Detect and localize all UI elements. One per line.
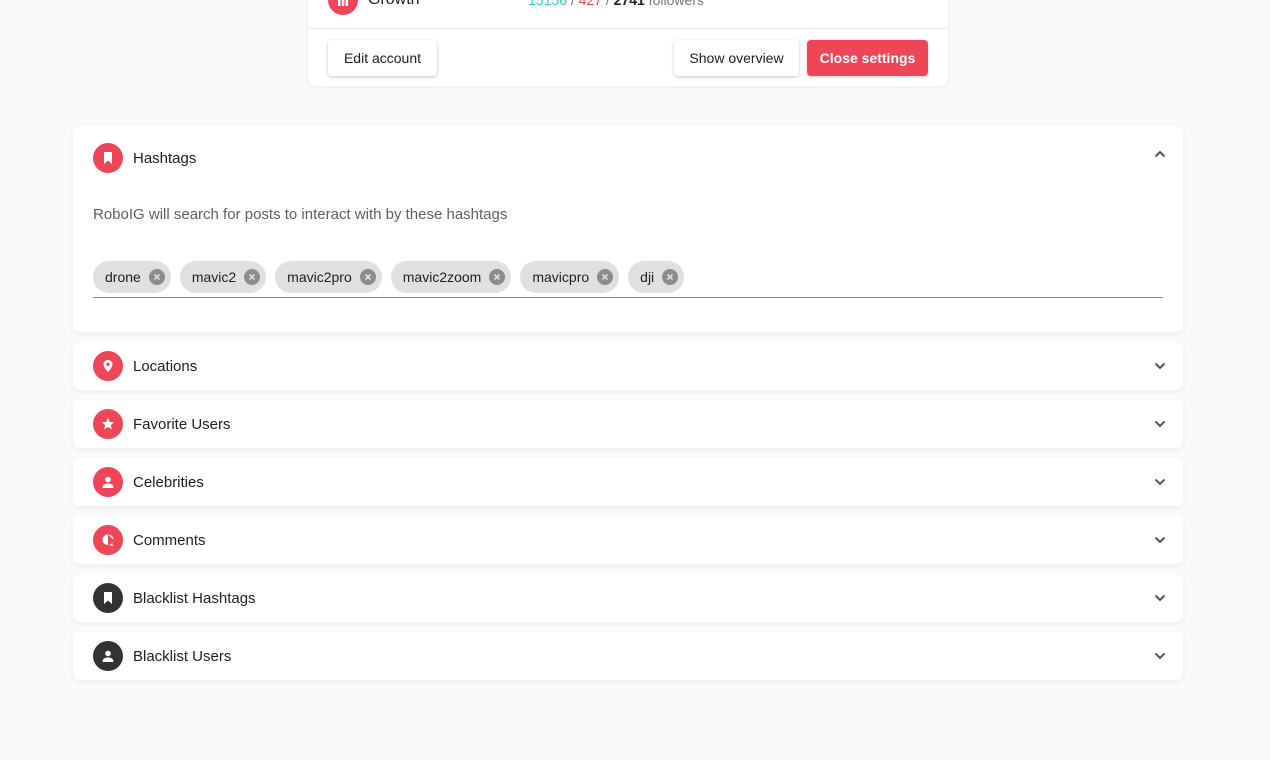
chevron-down-icon[interactable] <box>1153 475 1167 489</box>
blacklist-users-panel-header[interactable]: Blacklist Users <box>73 632 1183 680</box>
hashtag-chip: mavicpro <box>520 260 620 293</box>
blacklist-hashtags-panel: Blacklist Hashtags <box>73 574 1183 622</box>
chip-remove-icon[interactable] <box>489 268 506 285</box>
celebrities-panel: Celebrities <box>73 458 1183 506</box>
hashtags-panel-header[interactable]: Hashtags <box>73 134 1183 182</box>
hashtags-description: RoboIG will search for posts to interact… <box>93 206 508 223</box>
chevron-up-icon[interactable] <box>1153 147 1167 161</box>
blacklist-hashtags-panel-header[interactable]: Blacklist Hashtags <box>73 574 1183 622</box>
chip-label: mavic2 <box>191 268 237 285</box>
star-icon <box>93 409 123 439</box>
favorite-users-panel: Favorite Users <box>73 400 1183 448</box>
blacklist-hashtags-title: Blacklist Hashtags <box>133 589 256 607</box>
edit-account-button[interactable]: Edit account <box>328 40 437 76</box>
chip-remove-icon[interactable] <box>359 268 376 285</box>
bookmark-icon <box>93 143 123 173</box>
blacklist-users-panel: Blacklist Users <box>73 632 1183 680</box>
followers-lost: 427 <box>578 0 602 8</box>
hashtag-chip: dji <box>628 260 685 293</box>
chevron-down-icon[interactable] <box>1153 649 1167 663</box>
comments-title: Comments <box>133 531 206 549</box>
chip-label: drone <box>105 268 141 285</box>
growth-stats: 15156 / 427 / 2741 followers <box>528 0 704 8</box>
chip-remove-icon[interactable] <box>148 268 165 285</box>
stat-separator: / <box>566 0 579 8</box>
blacklist-users-title: Blacklist Users <box>133 647 232 665</box>
hashtag-chip: mavic2 <box>179 260 267 293</box>
chip-label: mavic2zoom <box>402 268 482 285</box>
stat-separator: / <box>601 0 614 8</box>
comment-icon <box>93 525 123 555</box>
growth-label: Growth <box>368 0 528 9</box>
locations-title: Locations <box>133 357 198 375</box>
chip-label: dji <box>640 268 655 285</box>
favorite-users-panel-header[interactable]: Favorite Users <box>73 400 1183 448</box>
hashtag-chips-input[interactable]: drone mavic2 mavic2pro mavic2zoom mavicp… <box>93 260 1163 298</box>
favorite-users-title: Favorite Users <box>133 415 231 433</box>
bar-chart-icon <box>328 0 358 15</box>
bookmark-icon <box>93 583 123 613</box>
comments-panel: Comments <box>73 516 1183 564</box>
chevron-down-icon[interactable] <box>1153 533 1167 547</box>
followers-total: 2741 <box>613 0 645 8</box>
hashtags-title: Hashtags <box>133 149 197 167</box>
chip-remove-icon[interactable] <box>662 268 679 285</box>
card-divider <box>308 28 948 29</box>
chip-label: mavic2pro <box>287 268 352 285</box>
comments-panel-header[interactable]: Comments <box>73 516 1183 564</box>
person-icon <box>93 467 123 497</box>
close-settings-button[interactable]: Close settings <box>807 40 928 76</box>
location-pin-icon <box>93 351 123 381</box>
hashtag-chip: mavic2pro <box>275 260 382 293</box>
hashtag-chip: drone <box>93 260 171 293</box>
chevron-down-icon[interactable] <box>1153 591 1167 605</box>
chevron-down-icon[interactable] <box>1153 417 1167 431</box>
celebrities-title: Celebrities <box>133 473 204 491</box>
person-icon <box>93 641 123 671</box>
followers-gained: 15156 <box>528 0 567 8</box>
hashtags-panel: Hashtags RoboIG will search for posts to… <box>73 126 1183 332</box>
locations-panel: Locations <box>73 342 1183 390</box>
chip-remove-icon[interactable] <box>244 268 261 285</box>
growth-row: Growth 15156 / 427 / 2741 followers <box>328 0 928 16</box>
show-overview-button[interactable]: Show overview <box>674 40 799 76</box>
locations-panel-header[interactable]: Locations <box>73 342 1183 390</box>
chip-label: mavicpro <box>532 268 590 285</box>
followers-suffix: followers <box>644 0 704 8</box>
chevron-down-icon[interactable] <box>1153 359 1167 373</box>
hashtag-chip: mavic2zoom <box>390 260 512 293</box>
account-card: Growth 15156 / 427 / 2741 followers Edit… <box>308 0 948 86</box>
chip-remove-icon[interactable] <box>597 268 614 285</box>
celebrities-panel-header[interactable]: Celebrities <box>73 458 1183 506</box>
